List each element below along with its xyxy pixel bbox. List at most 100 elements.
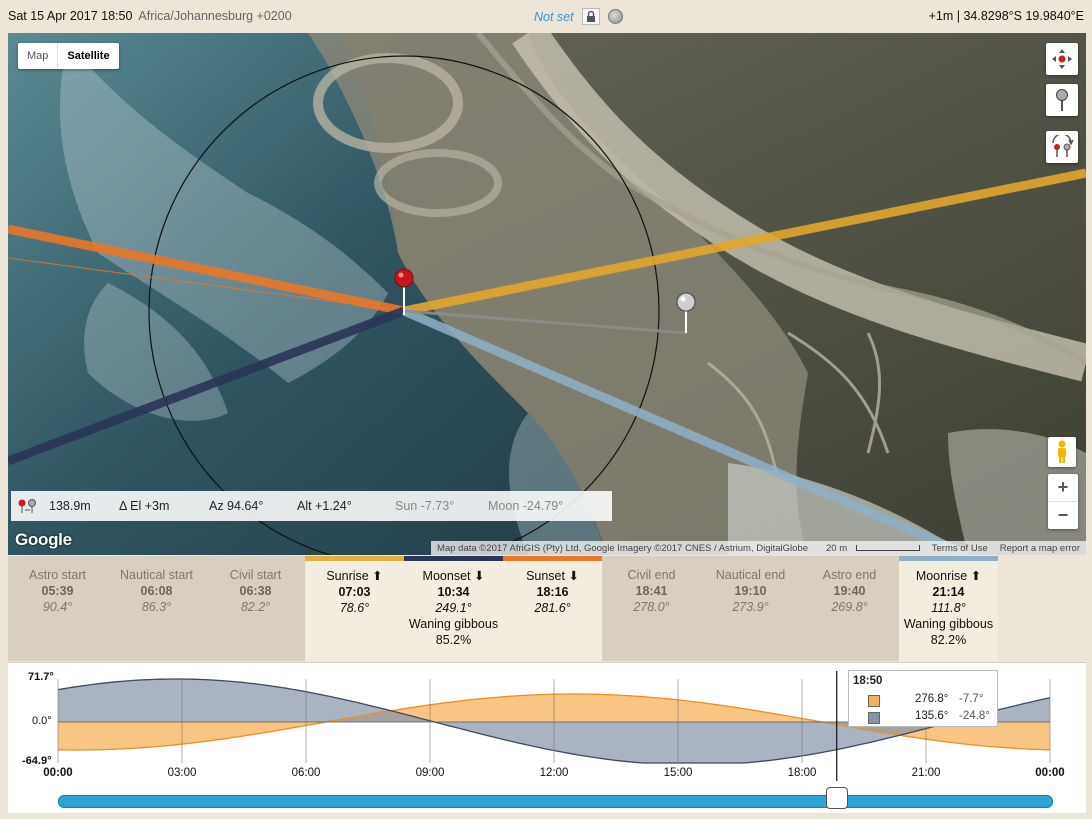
map-type-map-button[interactable]: Map: [18, 43, 59, 69]
x-tick-label: 06:00: [291, 767, 321, 779]
event-time: 06:08: [140, 584, 173, 598]
event-moonrise[interactable]: Moonrise ⬆ 21:14 111.8° Waning gibbous 8…: [899, 556, 998, 661]
x-tick-label: 18:00: [787, 767, 817, 779]
y-min-label: -64.9°: [22, 755, 52, 767]
x-tick-label: 12:00: [539, 767, 569, 779]
event-azimuth: 278.0°: [633, 600, 670, 614]
zoom-out-button[interactable]: −: [1048, 502, 1078, 529]
satellite-map[interactable]: Map Satellite + − 138.9m Δ El +3m Az 94.…: [8, 33, 1086, 555]
map-type-satellite-button[interactable]: Satellite: [58, 43, 118, 69]
sun-elevation: -7.7°: [959, 693, 984, 705]
top-bar: Sat 15 Apr 2017 18:50 Africa/Johannesburg…: [0, 0, 1092, 32]
x-tick-label: 21:00: [911, 767, 941, 779]
event-nautical-start[interactable]: Nautical start 06:08 86.3°: [107, 556, 206, 661]
altitude-value: Alt +1.24°: [297, 499, 352, 513]
event-azimuth: 249.1°: [435, 601, 472, 615]
distance-value: 138.9m: [49, 499, 91, 513]
sun-elevation-value: Sun -7.73°: [395, 499, 455, 513]
recenter-icon: [1052, 49, 1072, 69]
event-civil-start[interactable]: Civil start 06:38 82.2°: [206, 556, 305, 661]
terms-link[interactable]: Terms of Use: [926, 543, 994, 554]
tooltip-moon-row: 135.6° -24.8°: [868, 710, 991, 724]
pegman-icon: [1058, 440, 1066, 463]
attribution-text: Map data ©2017 AfriGIS (Pty) Ltd, Google…: [437, 542, 808, 554]
event-astro-end[interactable]: Astro end 19:40 269.8°: [800, 556, 899, 661]
event-sunset[interactable]: Sunset ⬇ 18:16 281.6°: [503, 556, 602, 661]
moon-phase: Waning gibbous: [408, 617, 499, 631]
recenter-button[interactable]: [1046, 43, 1078, 75]
target-icon[interactable]: [607, 9, 623, 24]
y-max-label: 71.7°: [28, 671, 54, 683]
moon-illumination: 82.2%: [930, 633, 967, 647]
event-time: 06:38: [239, 584, 272, 598]
swap-pins-button[interactable]: [1046, 131, 1078, 163]
datetime-label: Sat 15 Apr 2017 18:50: [8, 9, 133, 23]
azimuth-value: Az 94.64°: [209, 499, 264, 513]
map-imagery: [8, 33, 1086, 555]
event-name: Nautical start: [120, 568, 193, 582]
google-logo: Google: [15, 530, 72, 549]
time-slider-track[interactable]: [58, 795, 1053, 808]
event-name: Moonset ⬇: [422, 569, 485, 583]
event-azimuth: 90.4°: [42, 600, 73, 614]
event-sunrise[interactable]: Sunrise ⬆ 07:03 78.6°: [305, 556, 404, 661]
pin-button[interactable]: [1046, 84, 1078, 116]
x-tick-label: 15:00: [663, 767, 693, 779]
sun-swatch: [868, 695, 880, 707]
x-tick-label: 00:00: [43, 767, 73, 779]
event-name: Sunset ⬇: [526, 569, 579, 583]
moon-illumination: 85.2%: [435, 633, 472, 647]
event-time: 05:39: [41, 584, 74, 598]
map-attribution: Map data ©2017 AfriGIS (Pty) Ltd, Google…: [431, 541, 1086, 555]
event-time: 21:14: [932, 585, 965, 599]
grey-pin-icon: [1056, 89, 1068, 111]
event-name: Civil end: [627, 568, 676, 582]
elevation-chart[interactable]: 71.7° 0.0° -64.9° 00:00 03:00 06:00 09:00 12…: [8, 662, 1086, 813]
event-name: Astro end: [822, 568, 877, 582]
moon-azimuth: 135.6°: [915, 710, 949, 722]
tooltip-time: 18:50: [853, 675, 883, 687]
event-azimuth: 281.6°: [534, 601, 571, 615]
map-type-control: Map Satellite: [18, 43, 119, 69]
status-label[interactable]: Not set: [534, 10, 574, 24]
report-error-link[interactable]: Report a map error: [994, 543, 1086, 554]
street-view-pegman-button[interactable]: [1048, 437, 1076, 467]
delta-elevation-value: Δ El +3m: [119, 499, 170, 513]
event-nautical-end[interactable]: Nautical end 19:10 273.9°: [701, 556, 800, 661]
event-time: 19:40: [833, 584, 866, 598]
event-astro-start[interactable]: Astro start 05:39 90.4°: [8, 556, 107, 661]
event-azimuth: 269.8°: [831, 600, 868, 614]
tooltip-sun-row: 276.8° -7.7°: [868, 693, 991, 707]
event-time: 18:41: [635, 584, 668, 598]
y-zero-label: 0.0°: [32, 715, 52, 727]
event-azimuth: 82.2°: [240, 600, 271, 614]
moon-swatch: [868, 712, 880, 724]
event-name: Moonrise ⬆: [915, 569, 982, 583]
events-strip: Astro start 05:39 90.4° Nautical start 0…: [8, 556, 1086, 661]
lock-icon[interactable]: [581, 8, 600, 25]
event-azimuth: 111.8°: [931, 601, 966, 615]
event-name: Nautical end: [715, 568, 786, 582]
moon-elevation: -24.8°: [959, 710, 990, 722]
event-azimuth: 86.3°: [141, 600, 172, 614]
status-group: Not set: [534, 8, 623, 25]
event-azimuth: 78.6°: [339, 601, 370, 615]
pin-pair-icon: [18, 499, 36, 513]
event-moonset[interactable]: Moonset ⬇ 10:34 249.1° Waning gibbous 85…: [404, 556, 503, 661]
time-slider-handle[interactable]: [826, 787, 848, 809]
location-readout[interactable]: +1m | 34.8298°S 19.9840°E: [929, 9, 1084, 23]
sun-azimuth: 276.8°: [915, 693, 949, 705]
moon-elevation-value: Moon -24.79°: [488, 499, 564, 513]
event-azimuth: 273.9°: [732, 600, 769, 614]
event-name: Civil start: [229, 568, 282, 582]
scale-bar: 20 m: [814, 543, 926, 554]
chart-tooltip: 18:50 276.8° -7.7° 135.6° -24.8°: [848, 670, 998, 727]
event-name: Astro start: [29, 568, 86, 582]
zoom-in-button[interactable]: +: [1048, 474, 1078, 502]
event-civil-end[interactable]: Civil end 18:41 278.0°: [602, 556, 701, 661]
timezone-label: Africa/Johannesburg +0200: [138, 9, 292, 23]
swap-pins-icon: [1052, 135, 1074, 157]
datetime-display[interactable]: Sat 15 Apr 2017 18:50 Africa/Johannesburg…: [8, 9, 292, 23]
zoom-control: + −: [1048, 474, 1078, 529]
measurement-infobar: 138.9m Δ El +3m Az 94.64° Alt +1.24° Sun…: [11, 491, 612, 521]
